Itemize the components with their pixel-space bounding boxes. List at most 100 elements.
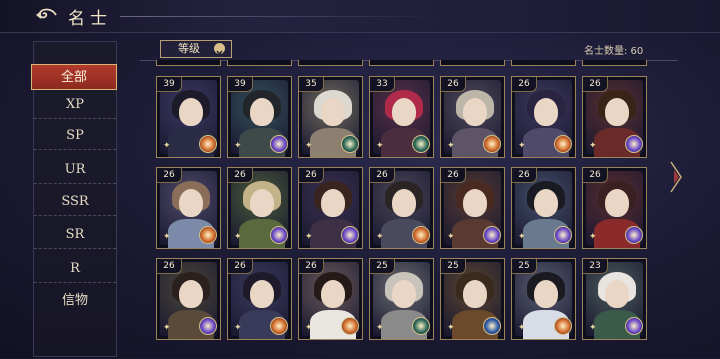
hero-card[interactable]: 26 ✦ [582, 76, 647, 158]
sparkle-icon: ✦ [376, 141, 384, 151]
hero-face [179, 98, 203, 126]
hero-face [179, 189, 203, 217]
sidebar-item-ur[interactable]: UR [34, 157, 116, 184]
back-swirl-icon[interactable] [34, 6, 60, 24]
hero-face [321, 280, 345, 308]
hero-face [392, 280, 416, 308]
scroll-right-arrow-icon[interactable] [668, 160, 684, 194]
hero-card[interactable]: 25 ✦ [369, 258, 434, 340]
element-badge-icon [270, 226, 288, 244]
hero-level: 26 [157, 168, 182, 183]
sidebar-item-ssr[interactable]: SSR [34, 189, 116, 216]
hero-face [605, 98, 629, 126]
sparkle-icon: ✦ [376, 323, 384, 333]
element-badge-icon [412, 226, 430, 244]
hero-card-partial[interactable] [440, 60, 505, 66]
hero-level: 35 [299, 77, 324, 92]
top-bar: 名士 [0, 0, 720, 33]
sparkle-icon: ✦ [305, 141, 313, 151]
sparkle-icon: ✦ [305, 323, 313, 333]
hero-card-partial[interactable] [511, 60, 576, 66]
hero-card[interactable]: 26 ✦ [298, 167, 363, 249]
hero-level: 26 [583, 168, 608, 183]
hero-level: 25 [370, 259, 395, 274]
sparkle-icon: ✦ [163, 141, 171, 151]
hero-count: 名士数量: 60 [584, 46, 644, 57]
element-badge-icon [625, 226, 643, 244]
hero-level: 26 [512, 168, 537, 183]
hero-face [605, 189, 629, 217]
hero-face [250, 280, 274, 308]
sparkle-icon: ✦ [518, 323, 526, 333]
sparkle-icon: ✦ [589, 141, 597, 151]
element-badge-icon [554, 226, 572, 244]
hero-card[interactable]: 35 ✦ [298, 76, 363, 158]
hero-level: 26 [299, 259, 324, 274]
hero-card[interactable]: 26 ✦ [369, 167, 434, 249]
hero-card[interactable]: 26 ✦ [227, 258, 292, 340]
hero-face [463, 98, 487, 126]
sort-dropdown[interactable]: 等级 [160, 40, 232, 58]
sidebar-item-sp[interactable]: SP [34, 123, 116, 150]
hero-level: 26 [441, 168, 466, 183]
sidebar-item-r[interactable]: R [34, 256, 116, 283]
hero-card[interactable]: 33 ✦ [369, 76, 434, 158]
sparkle-icon: ✦ [234, 141, 242, 151]
hero-level: 39 [228, 77, 253, 92]
sparkle-icon: ✦ [376, 232, 384, 242]
hero-card-partial[interactable] [156, 60, 221, 66]
hero-card[interactable]: 26 ✦ [440, 167, 505, 249]
hero-face [605, 280, 629, 308]
element-badge-icon [554, 135, 572, 153]
element-badge-icon [341, 135, 359, 153]
element-badge-icon [412, 135, 430, 153]
element-badge-icon [483, 226, 501, 244]
title-divider [120, 16, 440, 17]
sparkle-icon: ✦ [518, 232, 526, 242]
sparkle-icon: ✦ [305, 232, 313, 242]
sparkle-icon: ✦ [234, 232, 242, 242]
category-sidebar: 全部 XP SP UR SSR SR R 信物 [31, 41, 117, 357]
element-badge-icon [270, 135, 288, 153]
hero-level: 33 [370, 77, 395, 92]
sparkle-icon: ✦ [518, 141, 526, 151]
sparkle-icon: ✦ [589, 323, 597, 333]
hero-card[interactable]: 26 ✦ [511, 76, 576, 158]
hero-card-partial[interactable] [369, 60, 434, 66]
element-badge-icon [625, 135, 643, 153]
sparkle-icon: ✦ [234, 323, 242, 333]
hero-face [392, 98, 416, 126]
hero-card[interactable]: 39 ✦ [227, 76, 292, 158]
hero-card[interactable]: 26 ✦ [582, 167, 647, 249]
hero-card-partial[interactable] [298, 60, 363, 66]
hero-card[interactable]: 26 ✦ [298, 258, 363, 340]
hero-card[interactable]: 25 ✦ [440, 258, 505, 340]
hero-face [250, 189, 274, 217]
sidebar-item-xp[interactable]: XP [34, 92, 116, 119]
element-badge-icon [270, 317, 288, 335]
hero-card[interactable]: 26 ✦ [227, 167, 292, 249]
hero-card[interactable]: 26 ✦ [440, 76, 505, 158]
sidebar-item-sr[interactable]: SR [34, 222, 116, 249]
hero-card[interactable]: 26 ✦ [156, 167, 221, 249]
hero-level: 39 [157, 77, 182, 92]
sort-label: 等级 [178, 42, 200, 55]
hero-card[interactable]: 23 ✦ [582, 258, 647, 340]
hero-card[interactable]: 25 ✦ [511, 258, 576, 340]
hero-level: 26 [370, 168, 395, 183]
sidebar-item-token[interactable]: 信物 [34, 288, 116, 314]
hero-face [534, 189, 558, 217]
element-badge-icon [199, 226, 217, 244]
hero-level: 26 [228, 168, 253, 183]
hero-card-partial[interactable] [227, 60, 292, 66]
hero-level: 25 [512, 259, 537, 274]
sidebar-item-all[interactable]: 全部 [31, 64, 117, 90]
hero-card-partial[interactable] [582, 60, 647, 66]
element-badge-icon [341, 317, 359, 335]
hero-card[interactable]: 26 ✦ [156, 258, 221, 340]
element-badge-icon [483, 317, 501, 335]
sparkle-icon: ✦ [447, 141, 455, 151]
hero-card[interactable]: 26 ✦ [511, 167, 576, 249]
hero-card[interactable]: 39 ✦ [156, 76, 221, 158]
hero-face [392, 189, 416, 217]
